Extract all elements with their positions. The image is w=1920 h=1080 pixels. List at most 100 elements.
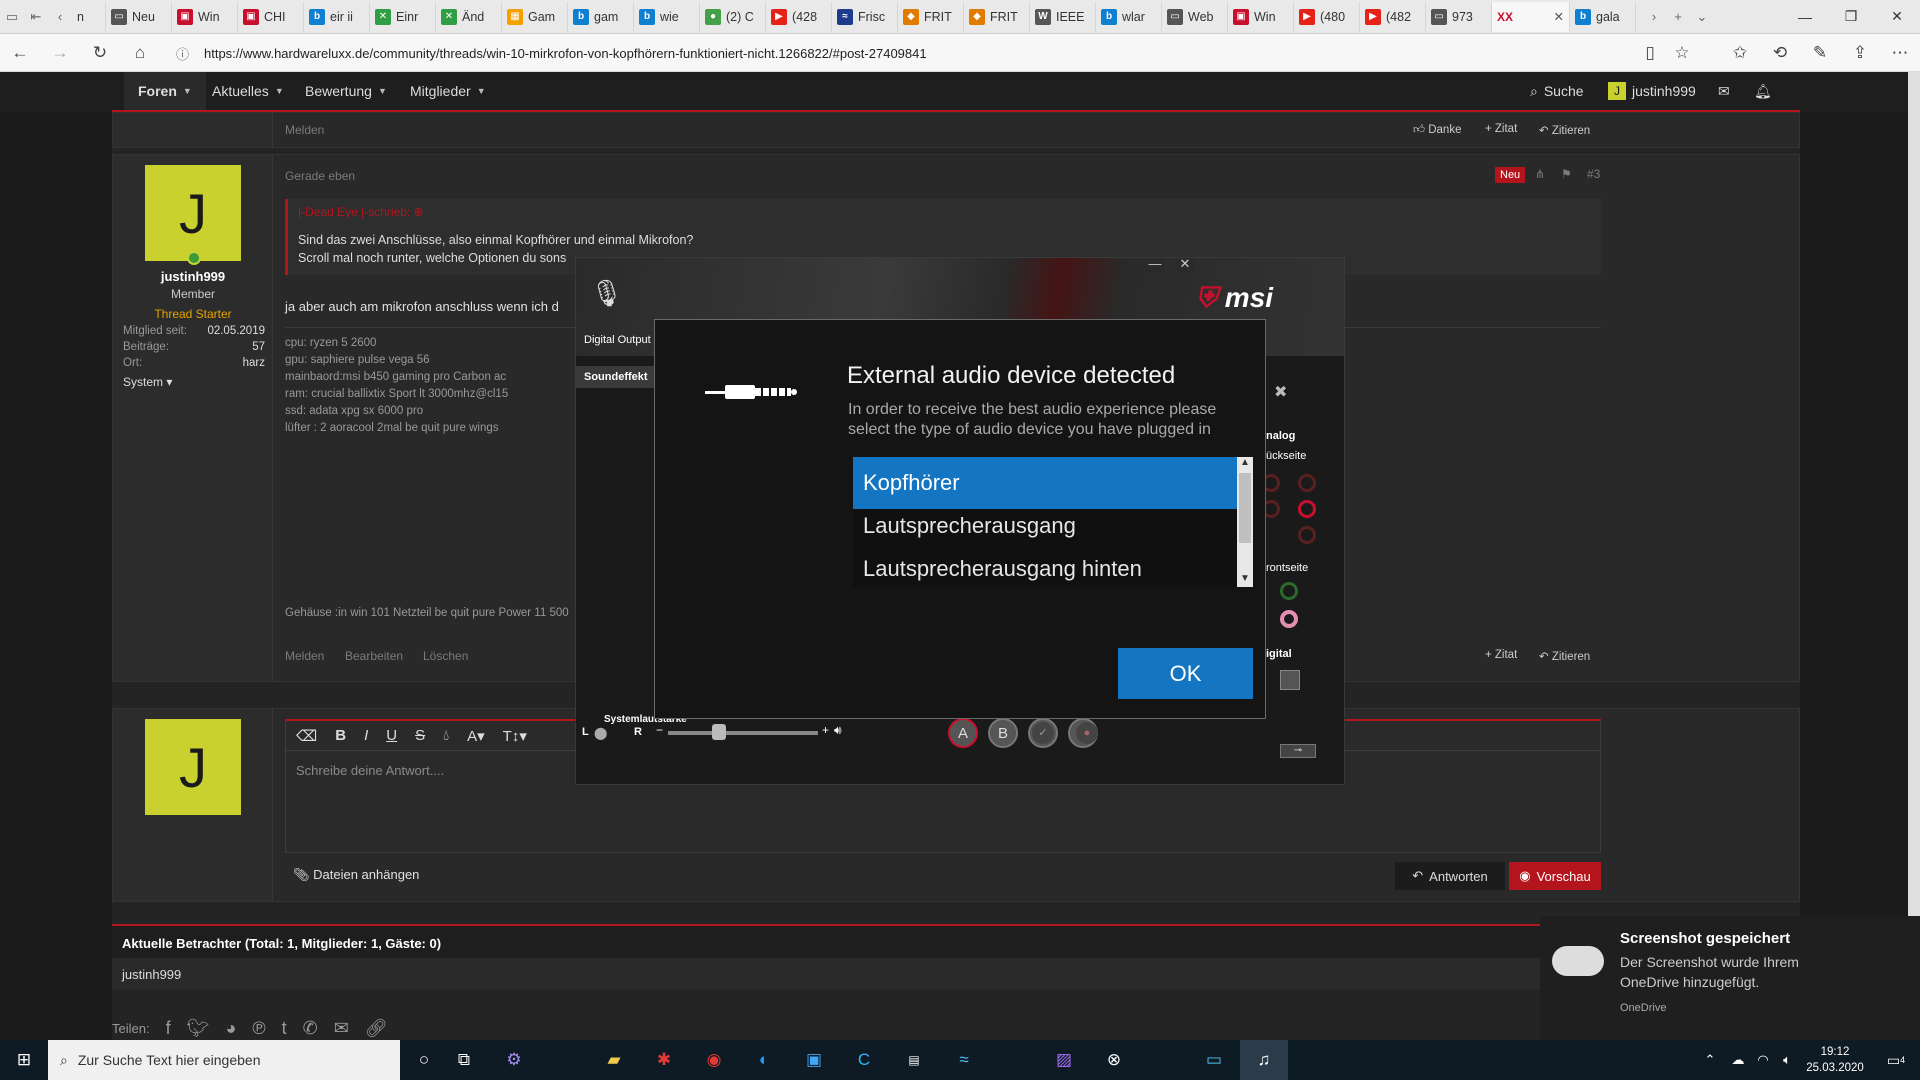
reply-submit-button[interactable]: ↶ Antworten [1395,862,1505,890]
tab[interactable]: ▣ Win [1228,1,1294,32]
volume-slider[interactable] [668,731,818,735]
nav-search[interactable]: ⌕ Suche [1530,72,1584,110]
app-icon[interactable]: C [840,1040,888,1080]
share-icon[interactable]: ⇪ [1840,34,1880,72]
system-toggle[interactable]: System ▾ [123,375,172,389]
more-icon[interactable]: ⋯ [1880,34,1920,72]
ok-button[interactable]: OK [1118,648,1253,699]
minimize-icon[interactable]: — [1146,258,1164,272]
twitch-icon[interactable]: ▨ [1040,1040,1088,1080]
back-icon[interactable]: ← [0,34,40,72]
edit-link[interactable]: Bearbeiten [345,649,403,663]
whatsapp-icon[interactable]: ✆ [303,1018,318,1039]
digital-output-label[interactable]: Digital Output [584,334,651,346]
username[interactable]: justinh999 [113,269,273,284]
report-link[interactable]: Melden [285,649,324,663]
post-time[interactable]: Gerade eben [285,169,355,183]
tray-chevron-icon[interactable]: ⌃ [1700,1040,1720,1080]
front-jack-icon[interactable] [1280,582,1298,600]
volume-plus-icon[interactable]: + [822,723,829,737]
strikethrough-icon[interactable]: S [415,727,425,744]
taskbar-search-input[interactable]: ⌕ Zur Suche Text hier eingeben [48,1040,400,1080]
tab-soundeffekt[interactable]: Soundeffekt [576,366,658,388]
settings-close-icon[interactable]: ✖ [1274,382,1287,402]
scroll-up-icon[interactable]: ▲ [1237,457,1253,471]
forward-icon[interactable]: → [40,34,80,72]
nav-mitglieder[interactable]: Mitglieder ▼ [410,72,486,110]
app-icon[interactable]: ≈ [940,1040,988,1080]
jack-profile-b[interactable]: B [988,718,1018,748]
tab[interactable]: ▦ Gam [502,1,568,32]
jack-icon[interactable] [1298,500,1316,518]
tab[interactable]: ▣ Win [172,1,238,32]
tab-scroll-left-icon[interactable]: ‹ [48,2,72,32]
tab-active[interactable]: XX ✕ [1492,1,1570,32]
refresh-icon[interactable]: ↻ [80,34,120,72]
device-option[interactable]: Lautsprecherausgang hinten [853,543,1237,587]
maximize-icon[interactable]: ❐ [1828,0,1874,34]
clear-format-icon[interactable]: ⌫ [296,727,317,745]
font-size-icon[interactable]: A▾ [467,727,485,745]
app-icon[interactable]: ⚙ [490,1040,538,1080]
connector-icon[interactable]: ⊸ [1280,744,1316,758]
close-window-icon[interactable]: ✕ [1874,0,1920,34]
store-icon[interactable]: ▣ [790,1040,838,1080]
nav-aktuelles[interactable]: Aktuelles ▼ [212,72,284,110]
tab-small[interactable]: n [72,1,106,32]
bold-icon[interactable]: B [335,727,346,744]
quote-add-button[interactable]: + Zitat [1485,123,1517,135]
facebook-icon[interactable]: f [166,1018,171,1039]
quote-button[interactable]: ↶ Zitieren [1539,123,1590,137]
jack-icon[interactable] [1298,474,1316,492]
tab[interactable]: b eir ii [304,1,370,32]
twitter-icon[interactable]: 🐦︎ [187,1018,210,1039]
tab[interactable]: ▶ (480 [1294,1,1360,32]
pen-icon[interactable]: ✎ [1800,34,1840,72]
tab-close-icon[interactable]: ✕ [1554,9,1564,24]
device-type-list[interactable]: Kopfhörer Lautsprecherausgang Lautsprecher… [853,457,1237,587]
underline-icon[interactable]: U [386,727,397,744]
balance-knob-icon[interactable]: ⬤ [594,726,607,740]
tab[interactable]: ✕ Einr [370,1,436,32]
nav-bewertung[interactable]: Bewertung ▼ [305,72,387,110]
app-icon[interactable]: ▭ [1190,1040,1238,1080]
action-center-icon[interactable]: ▭ 4 [1876,1040,1916,1080]
spdif-icon[interactable] [1280,670,1300,690]
epic-games-icon[interactable]: ▤ [890,1040,938,1080]
tab-preview-chevron-icon[interactable]: ⌄ [1690,2,1714,32]
jack-icon[interactable] [1298,526,1316,544]
share-post-icon[interactable]: ⋔ [1535,167,1545,181]
front-jack-icon[interactable] [1280,610,1298,628]
delete-link[interactable]: Löschen [423,649,468,663]
tab-actions-icon[interactable]: ▭ [0,2,24,32]
tab[interactable]: ▶ (428 [766,1,832,32]
tumblr-icon[interactable]: t [282,1018,287,1039]
quote-add-button[interactable]: + Zitat [1485,649,1517,661]
speaker-icon[interactable]: 🔊︎ [834,723,842,738]
app-icon[interactable]: ◉ [690,1040,738,1080]
list-scrollbar-thumb[interactable] [1239,473,1251,543]
tab[interactable]: b gam [568,1,634,32]
email-icon[interactable]: ✉ [334,1018,349,1039]
check-icon[interactable]: ✓ [1032,722,1054,744]
tab[interactable]: ≈ Frisc [832,1,898,32]
tab-last[interactable]: b gala [1570,1,1636,32]
file-explorer-icon[interactable]: ▰ [590,1040,638,1080]
font-family-icon[interactable]: T↕▾ [503,727,527,745]
volume-minus-icon[interactable]: − [656,723,663,737]
clock[interactable]: 19:12 25.03.2020 [1800,1044,1870,1076]
scroll-down-icon[interactable]: ▼ [1237,573,1253,587]
url-input[interactable]: ⓘ https://www.hardwareluxx.de/community/… [176,39,1626,67]
mic-small-icon[interactable]: ● [1076,722,1098,744]
tab[interactable]: b wie [634,1,700,32]
xbox-icon[interactable]: ⊗ [1090,1040,1138,1080]
bell-icon[interactable]: 🔔︎ [1754,72,1772,110]
minimize-icon[interactable]: — [1782,0,1828,34]
color-icon[interactable]: 💧︎ [443,727,449,744]
app-active-icon[interactable]: ♫ [1240,1040,1288,1080]
app-icon[interactable]: ◐ [740,1040,788,1080]
new-tab-icon[interactable]: + [1666,2,1690,32]
tab[interactable]: ◆ FRIT [964,1,1030,32]
bookmark-icon[interactable]: ⚑ [1561,167,1572,181]
tab[interactable]: ✕ Änd [436,1,502,32]
